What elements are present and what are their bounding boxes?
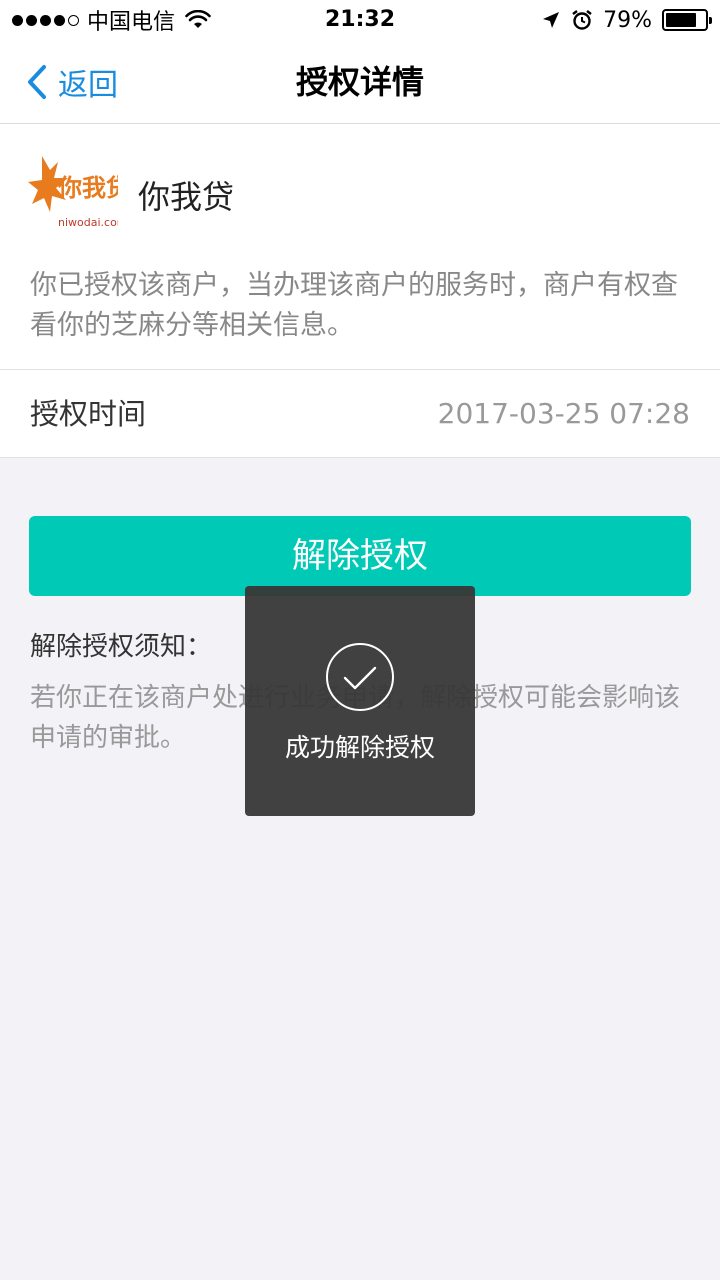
authorization-description: 你已授权该商户，当办理该商户的服务时，商户有权查看你的芝麻分等相关信息。 <box>30 270 678 341</box>
battery-icon <box>662 9 712 31</box>
signal-strength-icon <box>12 14 79 26</box>
logo-subtext: niwodai.com <box>58 216 118 229</box>
toast-message: 成功解除授权 <box>284 733 435 762</box>
battery-fill <box>666 13 697 27</box>
authorization-time-value: 2017-03-25 07:28 <box>437 397 690 430</box>
wifi-icon <box>185 10 211 28</box>
chevron-left-icon <box>28 65 46 99</box>
status-bar: 中国电信 21:32 79% <box>0 0 720 40</box>
authorization-time-row: 授权时间 2017-03-25 07:28 <box>0 370 720 458</box>
merchant-card: 你我贷 niwodai.com 你我贷 你已授权该商户，当办理该商户的服务时，商… <box>0 124 720 370</box>
checkmark-circle-icon <box>326 643 394 711</box>
back-button[interactable]: 返回 <box>26 40 118 124</box>
location-arrow-icon <box>543 12 560 28</box>
alarm-icon <box>572 10 592 30</box>
carrier-name: 中国电信 <box>87 10 176 35</box>
screen: 中国电信 21:32 79% 授权详情 返回 你我 niwodai.co 你我贷… <box>0 0 720 1280</box>
back-label: 返回 <box>58 68 118 103</box>
nav-bar: 授权详情 返回 <box>0 40 720 124</box>
revoke-authorization-button[interactable]: 解除授权 <box>29 516 691 596</box>
logo-text: 你我贷 <box>57 174 118 202</box>
status-right: 79% <box>541 0 712 40</box>
merchant-logo: 你我贷 niwodai.com <box>28 156 118 229</box>
status-left: 中国电信 <box>12 0 211 40</box>
battery-percent: 79% <box>603 7 652 33</box>
merchant-name: 你我贷 <box>138 178 235 216</box>
success-toast: 成功解除授权 <box>245 586 475 816</box>
authorization-time-label: 授权时间 <box>30 397 147 431</box>
notice-title: 解除授权须知： <box>30 632 213 662</box>
